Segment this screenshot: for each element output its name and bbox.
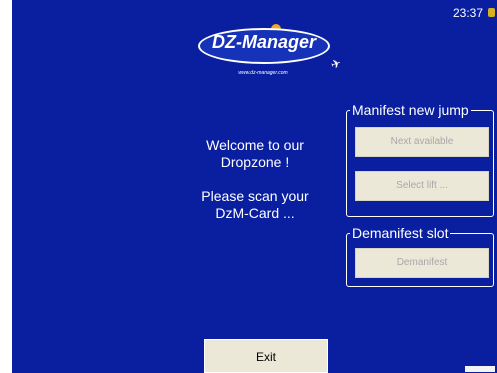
demanifest-group-title: Demanifest slot — [350, 224, 451, 242]
welcome-message: Welcome to our Dropzone ! Please scan yo… — [170, 137, 340, 222]
kiosk-screen: 23:37 DZ-Manager www.dz-manager.com ✈ We… — [12, 0, 497, 373]
dz-manager-logo: DZ-Manager www.dz-manager.com ✈ — [198, 18, 343, 88]
plane-icon: ✈ — [328, 55, 344, 73]
demanifest-button[interactable]: Demanifest — [355, 248, 489, 278]
scan-prompt-line: DzM-Card ... — [215, 205, 295, 221]
scan-prompt-line: Please scan your — [201, 188, 309, 204]
select-lift-label: Select lift ... — [396, 180, 448, 191]
exit-label: Exit — [255, 350, 276, 364]
select-lift-button[interactable]: Select lift ... — [355, 171, 489, 201]
demanifest-label: Demanifest — [396, 257, 448, 268]
demanifest-slot-group: Demanifest slot Demanifest — [346, 224, 494, 287]
welcome-line: Dropzone ! — [220, 154, 290, 170]
welcome-line: Welcome to our — [206, 137, 304, 153]
clock: 23:37 — [452, 6, 483, 20]
corner-label — [465, 366, 495, 372]
manifest-new-jump-group: Manifest new jump Next available Select … — [346, 101, 494, 217]
next-available-label: Next available — [390, 136, 454, 147]
tray-icon — [488, 8, 495, 17]
logo-url: www.dz-manager.com — [238, 70, 288, 76]
logo-title: DZ-Manager — [211, 32, 316, 52]
exit-button[interactable]: Exit — [204, 339, 328, 373]
next-available-button[interactable]: Next available — [355, 127, 489, 157]
manifest-group-title: Manifest new jump — [350, 101, 471, 119]
